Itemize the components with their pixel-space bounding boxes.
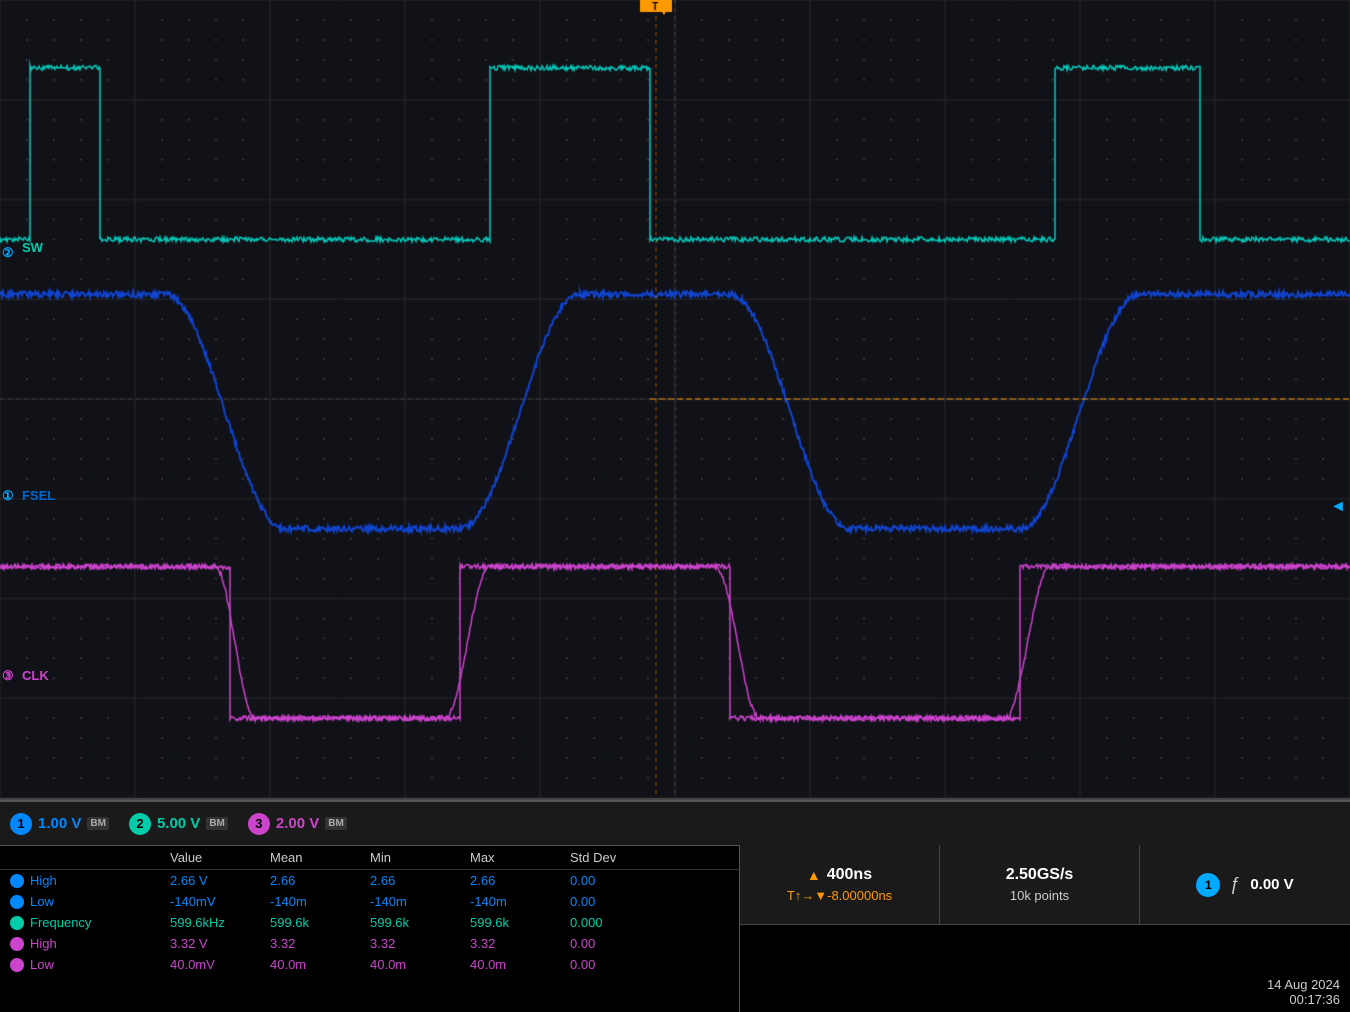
- ch3-scale: 3 2.00 V BM: [248, 813, 347, 835]
- ch3-badge: 3: [248, 813, 270, 835]
- right-top-row: ▲ 400ns T↑→▼-8.00000ns 2.50GS/s 10k poin…: [740, 845, 1350, 925]
- meas-stddev-3: 0.00: [570, 936, 670, 951]
- col-min: Min: [370, 850, 470, 865]
- status-bar: 1 1.00 V BM 2 5.00 V BM 3 2.00 V BM: [0, 800, 1350, 845]
- ch2-badge: 2: [129, 813, 151, 835]
- measurements-header: Value Mean Min Max Std Dev: [0, 846, 739, 870]
- meas-name-2: Frequency: [30, 915, 91, 930]
- meas-min-1: -140m: [370, 894, 470, 909]
- sample-box: 2.50GS/s 10k points: [940, 845, 1140, 924]
- col-mean: Mean: [270, 850, 370, 865]
- timebase-value: 400ns: [827, 866, 872, 884]
- meas-row-4: Low 40.0mV 40.0m 40.0m 40.0m 0.00: [0, 954, 739, 975]
- meas-value-4: 40.0mV: [170, 957, 270, 972]
- meas-label-3: High: [10, 936, 170, 951]
- timebase-box: ▲ 400ns T↑→▼-8.00000ns: [740, 845, 940, 924]
- meas-mean-1: -140m: [270, 894, 370, 909]
- meas-value-2: 599.6kHz: [170, 915, 270, 930]
- ch2-scale-text: 5.00 V: [157, 815, 200, 832]
- ch1-bw: BM: [87, 817, 109, 830]
- meas-label-1: Low: [10, 894, 170, 909]
- meas-mean-3: 3.32: [270, 936, 370, 951]
- meas-max-2: 599.6k: [470, 915, 570, 930]
- meas-mean-0: 2.66: [270, 873, 370, 888]
- ch1-ground-marker: ①: [2, 488, 14, 504]
- ch2-bw: BM: [206, 817, 228, 830]
- trigger-level: 0.00 V: [1250, 876, 1293, 893]
- meas-dot-0: [10, 874, 24, 888]
- meas-value-1: -140mV: [170, 894, 270, 909]
- sample-points: 10k points: [1010, 888, 1069, 903]
- meas-row-2: Frequency 599.6kHz 599.6k 599.6k 599.6k …: [0, 912, 739, 933]
- ch3-label: CLK: [22, 668, 49, 683]
- ch3-ground-marker: ③: [2, 668, 14, 684]
- ch2-scale: 2 5.00 V BM: [129, 813, 228, 835]
- meas-stddev-0: 0.00: [570, 873, 670, 888]
- meas-dot-2: [10, 916, 24, 930]
- meas-max-0: 2.66: [470, 873, 570, 888]
- meas-name-1: Low: [30, 894, 54, 909]
- meas-dot-4: [10, 958, 24, 972]
- measurements-rows: High 2.66 V 2.66 2.66 2.66 0.00 Low -140…: [0, 870, 739, 975]
- meas-name-4: Low: [30, 957, 54, 972]
- ch1-scale: 1 1.00 V BM: [10, 813, 109, 835]
- time-display: 00:17:36: [1267, 992, 1340, 1007]
- grid-canvas: [0, 0, 1350, 798]
- trigger-offset: T↑→▼-8.00000ns: [787, 888, 892, 903]
- col-max: Max: [470, 850, 570, 865]
- ch3-scale-text: 2.00 V: [276, 815, 319, 832]
- meas-stddev-1: 0.00: [570, 894, 670, 909]
- meas-name-3: High: [30, 936, 57, 951]
- datetime-box: 14 Aug 2024 00:17:36: [1267, 977, 1340, 1007]
- ch1-label: FSEL: [22, 488, 55, 503]
- col-stddev: Std Dev: [570, 850, 670, 865]
- trigger-marker-right: ◄: [1330, 498, 1346, 516]
- meas-dot-3: [10, 937, 24, 951]
- meas-value-0: 2.66 V: [170, 873, 270, 888]
- ch3-bw: BM: [325, 817, 347, 830]
- oscilloscope: SW FSEL CLK ② ① ③ ▼ T ◄ 1 1.00 V BM 2 5.…: [0, 0, 1350, 1012]
- timebase-top: ▲ 400ns: [807, 866, 872, 884]
- trigger-arrow-icon: ▲: [807, 867, 821, 883]
- trigger-marker-t: T: [648, 2, 655, 14]
- ch1-badge: 1: [10, 813, 32, 835]
- meas-label-4: Low: [10, 957, 170, 972]
- meas-label-2: Frequency: [10, 915, 170, 930]
- trigger-box: 1 ƒ 0.00 V: [1140, 845, 1350, 924]
- meas-mean-2: 599.6k: [270, 915, 370, 930]
- meas-max-3: 3.32: [470, 936, 570, 951]
- meas-row-1: Low -140mV -140m -140m -140m 0.00: [0, 891, 739, 912]
- col-value: Value: [170, 850, 270, 865]
- trigger-symbol: ƒ: [1230, 874, 1240, 895]
- meas-min-4: 40.0m: [370, 957, 470, 972]
- trigger-ch-indicator: 1: [1196, 873, 1220, 897]
- meas-row-3: High 3.32 V 3.32 3.32 3.32 0.00: [0, 933, 739, 954]
- meas-mean-4: 40.0m: [270, 957, 370, 972]
- meas-min-3: 3.32: [370, 936, 470, 951]
- right-panel: ▲ 400ns T↑→▼-8.00000ns 2.50GS/s 10k poin…: [740, 845, 1350, 1012]
- ch1-scale-text: 1.00 V: [38, 815, 81, 832]
- measurements-area: Value Mean Min Max Std Dev High 2.66 V 2…: [0, 845, 740, 1012]
- meas-max-4: 40.0m: [470, 957, 570, 972]
- waveform-area: SW FSEL CLK ② ① ③ ▼ T ◄: [0, 0, 1350, 800]
- ch2-label: SW: [22, 240, 43, 255]
- meas-stddev-4: 0.00: [570, 957, 670, 972]
- trigger-marker-top: ▼: [656, 2, 672, 20]
- date-display: 14 Aug 2024: [1267, 977, 1340, 992]
- meas-value-3: 3.32 V: [170, 936, 270, 951]
- meas-min-0: 2.66: [370, 873, 470, 888]
- meas-name-0: High: [30, 873, 57, 888]
- meas-min-2: 599.6k: [370, 915, 470, 930]
- sample-rate: 2.50GS/s: [1006, 866, 1074, 884]
- meas-dot-1: [10, 895, 24, 909]
- meas-label-0: High: [10, 873, 170, 888]
- ch2-ground-marker: ②: [2, 245, 14, 261]
- meas-stddev-2: 0.000: [570, 915, 670, 930]
- meas-row-0: High 2.66 V 2.66 2.66 2.66 0.00: [0, 870, 739, 891]
- col-label: [10, 850, 170, 865]
- meas-max-1: -140m: [470, 894, 570, 909]
